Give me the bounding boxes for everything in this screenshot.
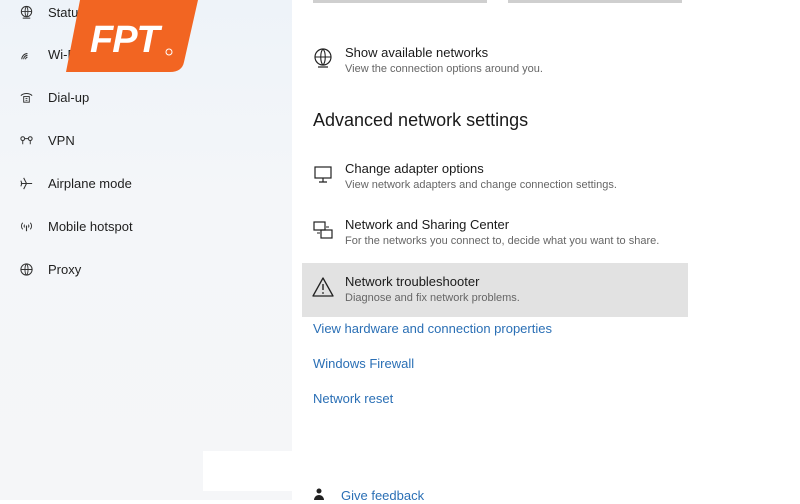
airplane-icon — [18, 175, 34, 191]
network-sharing-center[interactable]: Network and Sharing Center For the netwo… — [302, 216, 688, 256]
monitor-adapter-icon — [312, 163, 334, 185]
fpt-logo: FPT — [66, 0, 198, 72]
sharing-center-icon — [312, 219, 334, 241]
hotspot-icon — [18, 218, 34, 234]
setting-desc: For the networks you connect to, decide … — [345, 235, 660, 247]
network-reset-link[interactable]: Network reset — [313, 391, 393, 406]
windows-firewall-link[interactable]: Windows Firewall — [313, 356, 414, 371]
sidebar-item-proxy[interactable]: Proxy — [18, 257, 81, 281]
view-hardware-link[interactable]: View hardware and connection properties — [313, 321, 552, 336]
show-available-networks[interactable]: Show available networks View the connect… — [302, 44, 688, 82]
overlay-box — [203, 451, 413, 491]
sidebar: Status Wi-Fi Dial-up VPN Airplane mode M… — [0, 0, 292, 500]
sidebar-item-label: Dial-up — [48, 89, 90, 105]
network-troubleshooter[interactable]: Network troubleshooter Diagnose and fix … — [302, 263, 688, 317]
warning-icon — [312, 276, 334, 298]
sidebar-item-label: VPN — [48, 132, 75, 148]
sidebar-item-vpn[interactable]: VPN — [18, 128, 75, 152]
sidebar-item-hotspot[interactable]: Mobile hotspot — [18, 214, 133, 238]
setting-desc: View network adapters and change connect… — [345, 179, 617, 191]
wifi-icon — [18, 46, 34, 62]
top-button-partial[interactable] — [508, 0, 682, 3]
feedback-person-icon — [313, 487, 341, 504]
status-globe-icon — [18, 4, 34, 20]
setting-desc: Diagnose and fix network problems. — [345, 292, 520, 304]
section-title: Advanced network settings — [313, 110, 529, 130]
feedback-label: Give feedback — [341, 488, 425, 503]
top-button-partial[interactable] — [313, 0, 487, 3]
setting-title: Network and Sharing Center — [345, 217, 510, 232]
sidebar-item-airplane[interactable]: Airplane mode — [18, 171, 132, 195]
setting-title: Network troubleshooter — [345, 274, 480, 289]
setting-title: Show available networks — [345, 45, 489, 60]
change-adapter-options[interactable]: Change adapter options View network adap… — [302, 160, 688, 200]
setting-desc: View the connection options around you. — [345, 63, 543, 75]
sidebar-item-dialup[interactable]: Dial-up — [18, 85, 89, 109]
globe-network-icon — [312, 47, 334, 69]
svg-text:FPT: FPT — [90, 19, 163, 61]
vpn-icon — [18, 132, 34, 148]
sidebar-item-label: Airplane mode — [48, 175, 132, 191]
dialup-icon — [18, 89, 34, 105]
give-feedback-link[interactable]: Give feedback — [313, 487, 424, 504]
proxy-globe-icon — [18, 261, 34, 277]
setting-title: Change adapter options — [345, 161, 484, 176]
sidebar-item-label: Proxy — [48, 261, 82, 277]
sidebar-item-label: Mobile hotspot — [48, 218, 133, 234]
